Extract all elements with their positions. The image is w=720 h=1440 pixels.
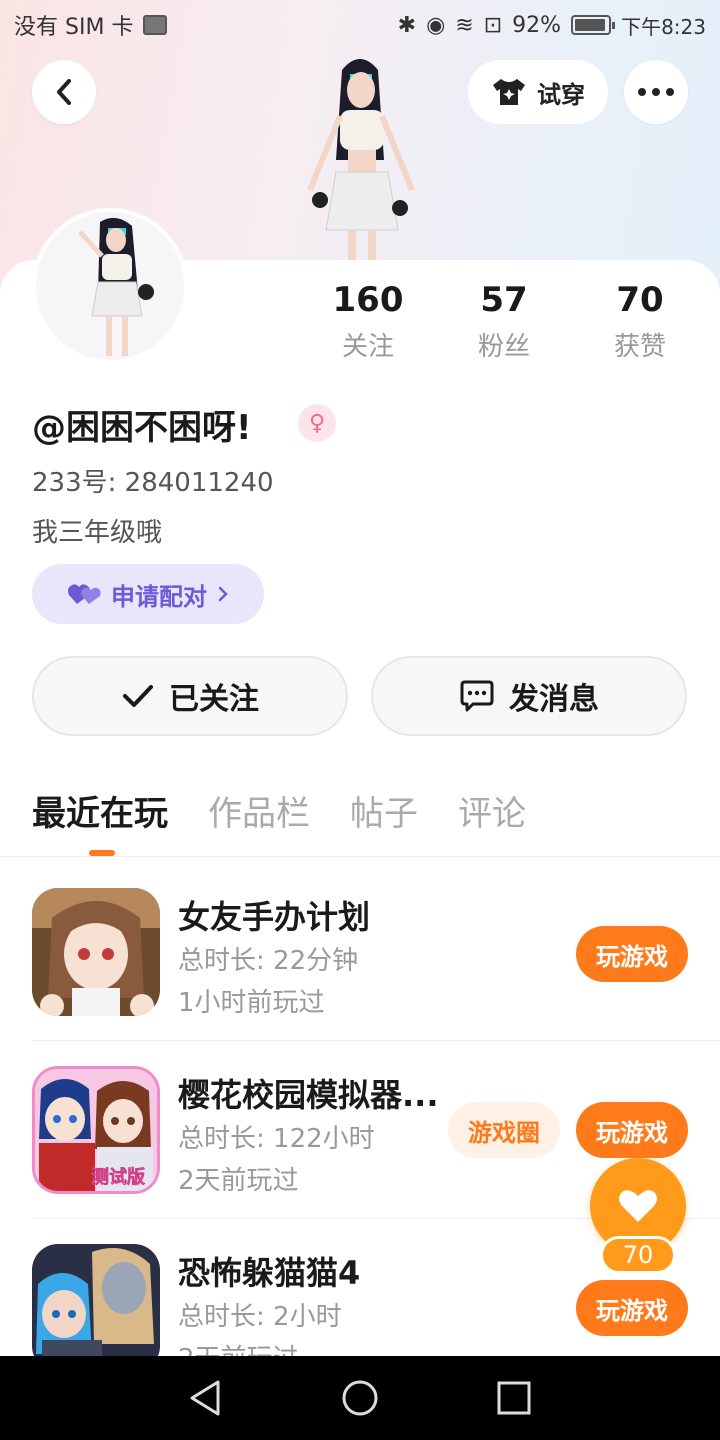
row-divider — [32, 1040, 720, 1041]
nav-back-icon[interactable] — [188, 1378, 224, 1418]
game-cover-image — [32, 1244, 160, 1372]
game-cover-image — [32, 888, 160, 1016]
female-icon: ♀ — [298, 404, 336, 442]
system-navigation-bar — [0, 1356, 720, 1440]
game-icon[interactable] — [32, 888, 160, 1016]
send-message-label: 发消息 — [509, 682, 599, 717]
tab-posts[interactable]: 帖子 — [350, 786, 418, 835]
try-on-button[interactable]: 试穿 — [468, 60, 608, 124]
user-id: 233号: 284011240 — [32, 468, 274, 498]
chevron-left-icon — [57, 79, 71, 105]
game-list-item[interactable]: 女友手办计划 总时长: 22分钟 1小时前玩过 玩游戏 — [0, 888, 720, 1064]
stat-label: 粉丝 — [477, 332, 530, 362]
stat-likes[interactable]: 70 获赞 — [572, 280, 708, 363]
stat-value: 57 — [480, 280, 528, 320]
game-title: 女友手办计划 — [178, 898, 371, 936]
game-last-played: 2天前玩过 — [178, 1166, 299, 1196]
clock: 下午8:23 — [621, 14, 706, 39]
bluetooth-icon: ✱ — [397, 12, 417, 38]
game-title: 樱花校园模拟器... — [178, 1076, 439, 1114]
send-message-button[interactable]: 发消息 — [371, 656, 687, 736]
game-duration: 总时长: 2小时 — [178, 1302, 342, 1332]
heart-icon — [619, 1190, 657, 1222]
avatar-character-figure[interactable] — [280, 40, 440, 270]
game-duration: 总时长: 22分钟 — [178, 946, 359, 976]
play-game-button[interactable]: 玩游戏 — [576, 1280, 688, 1336]
followed-button[interactable]: 已关注 — [32, 656, 348, 736]
profile-stats: 160 关注 57 粉丝 70 获赞 — [300, 280, 720, 363]
battery-percent: 92% — [512, 12, 562, 38]
like-count: 70 — [600, 1236, 676, 1274]
chat-bubble-icon — [460, 680, 494, 712]
eye-icon: ◉ — [426, 12, 446, 38]
tab-works[interactable]: 作品栏 — [208, 786, 310, 835]
request-pair-label: 申请配对 — [111, 582, 207, 611]
stat-following[interactable]: 160 关注 — [300, 280, 436, 363]
game-cover-image: 测试版 — [35, 1069, 157, 1191]
try-on-label: 试穿 — [537, 80, 585, 109]
stat-fans[interactable]: 57 粉丝 — [436, 280, 572, 363]
game-title: 恐怖躲猫猫4 — [178, 1254, 361, 1292]
request-pair-button[interactable]: 申请配对 — [32, 564, 264, 624]
nickname: @困困不困呀! — [32, 408, 252, 448]
tab-comments[interactable]: 评论 — [458, 786, 526, 835]
followed-label: 已关注 — [169, 682, 259, 717]
play-game-button[interactable]: 玩游戏 — [576, 1102, 688, 1158]
carrier-text: 没有 SIM 卡 — [14, 15, 134, 40]
shirt-icon — [493, 79, 525, 105]
stat-label: 获赞 — [613, 332, 666, 362]
game-icon[interactable]: 测试版 — [32, 1066, 160, 1194]
game-icon[interactable] — [32, 1244, 160, 1372]
profile-tabs: 最近在玩 作品栏 帖子 评论 — [32, 786, 526, 835]
avatar-image — [36, 212, 184, 360]
check-icon — [123, 685, 153, 707]
game-circle-button[interactable]: 游戏圈 — [448, 1102, 560, 1158]
chevron-right-icon — [218, 586, 228, 602]
alert-icon: ⊡ — [483, 12, 503, 38]
more-options-button[interactable] — [624, 60, 688, 124]
game-badge-text: 测试版 — [91, 1166, 145, 1188]
play-game-button[interactable]: 玩游戏 — [576, 926, 688, 982]
back-button[interactable] — [32, 60, 96, 124]
stat-value: 70 — [616, 280, 664, 320]
game-last-played: 1小时前玩过 — [178, 988, 325, 1018]
nav-home-icon[interactable] — [340, 1378, 380, 1418]
more-dots-icon — [638, 88, 674, 96]
stat-value: 160 — [332, 280, 404, 320]
tabs-divider — [0, 856, 720, 857]
battery-icon — [571, 15, 616, 35]
tab-recently-played[interactable]: 最近在玩 — [32, 786, 168, 835]
heart-pair-icon — [68, 584, 101, 604]
image-icon — [143, 15, 168, 35]
game-duration: 总时长: 122小时 — [178, 1124, 375, 1154]
bio: 我三年级哦 — [32, 518, 163, 548]
nav-recents-icon[interactable] — [496, 1380, 532, 1416]
stat-label: 关注 — [341, 332, 394, 362]
wifi-icon: ≋ — [455, 12, 474, 38]
avatar[interactable] — [32, 208, 188, 364]
